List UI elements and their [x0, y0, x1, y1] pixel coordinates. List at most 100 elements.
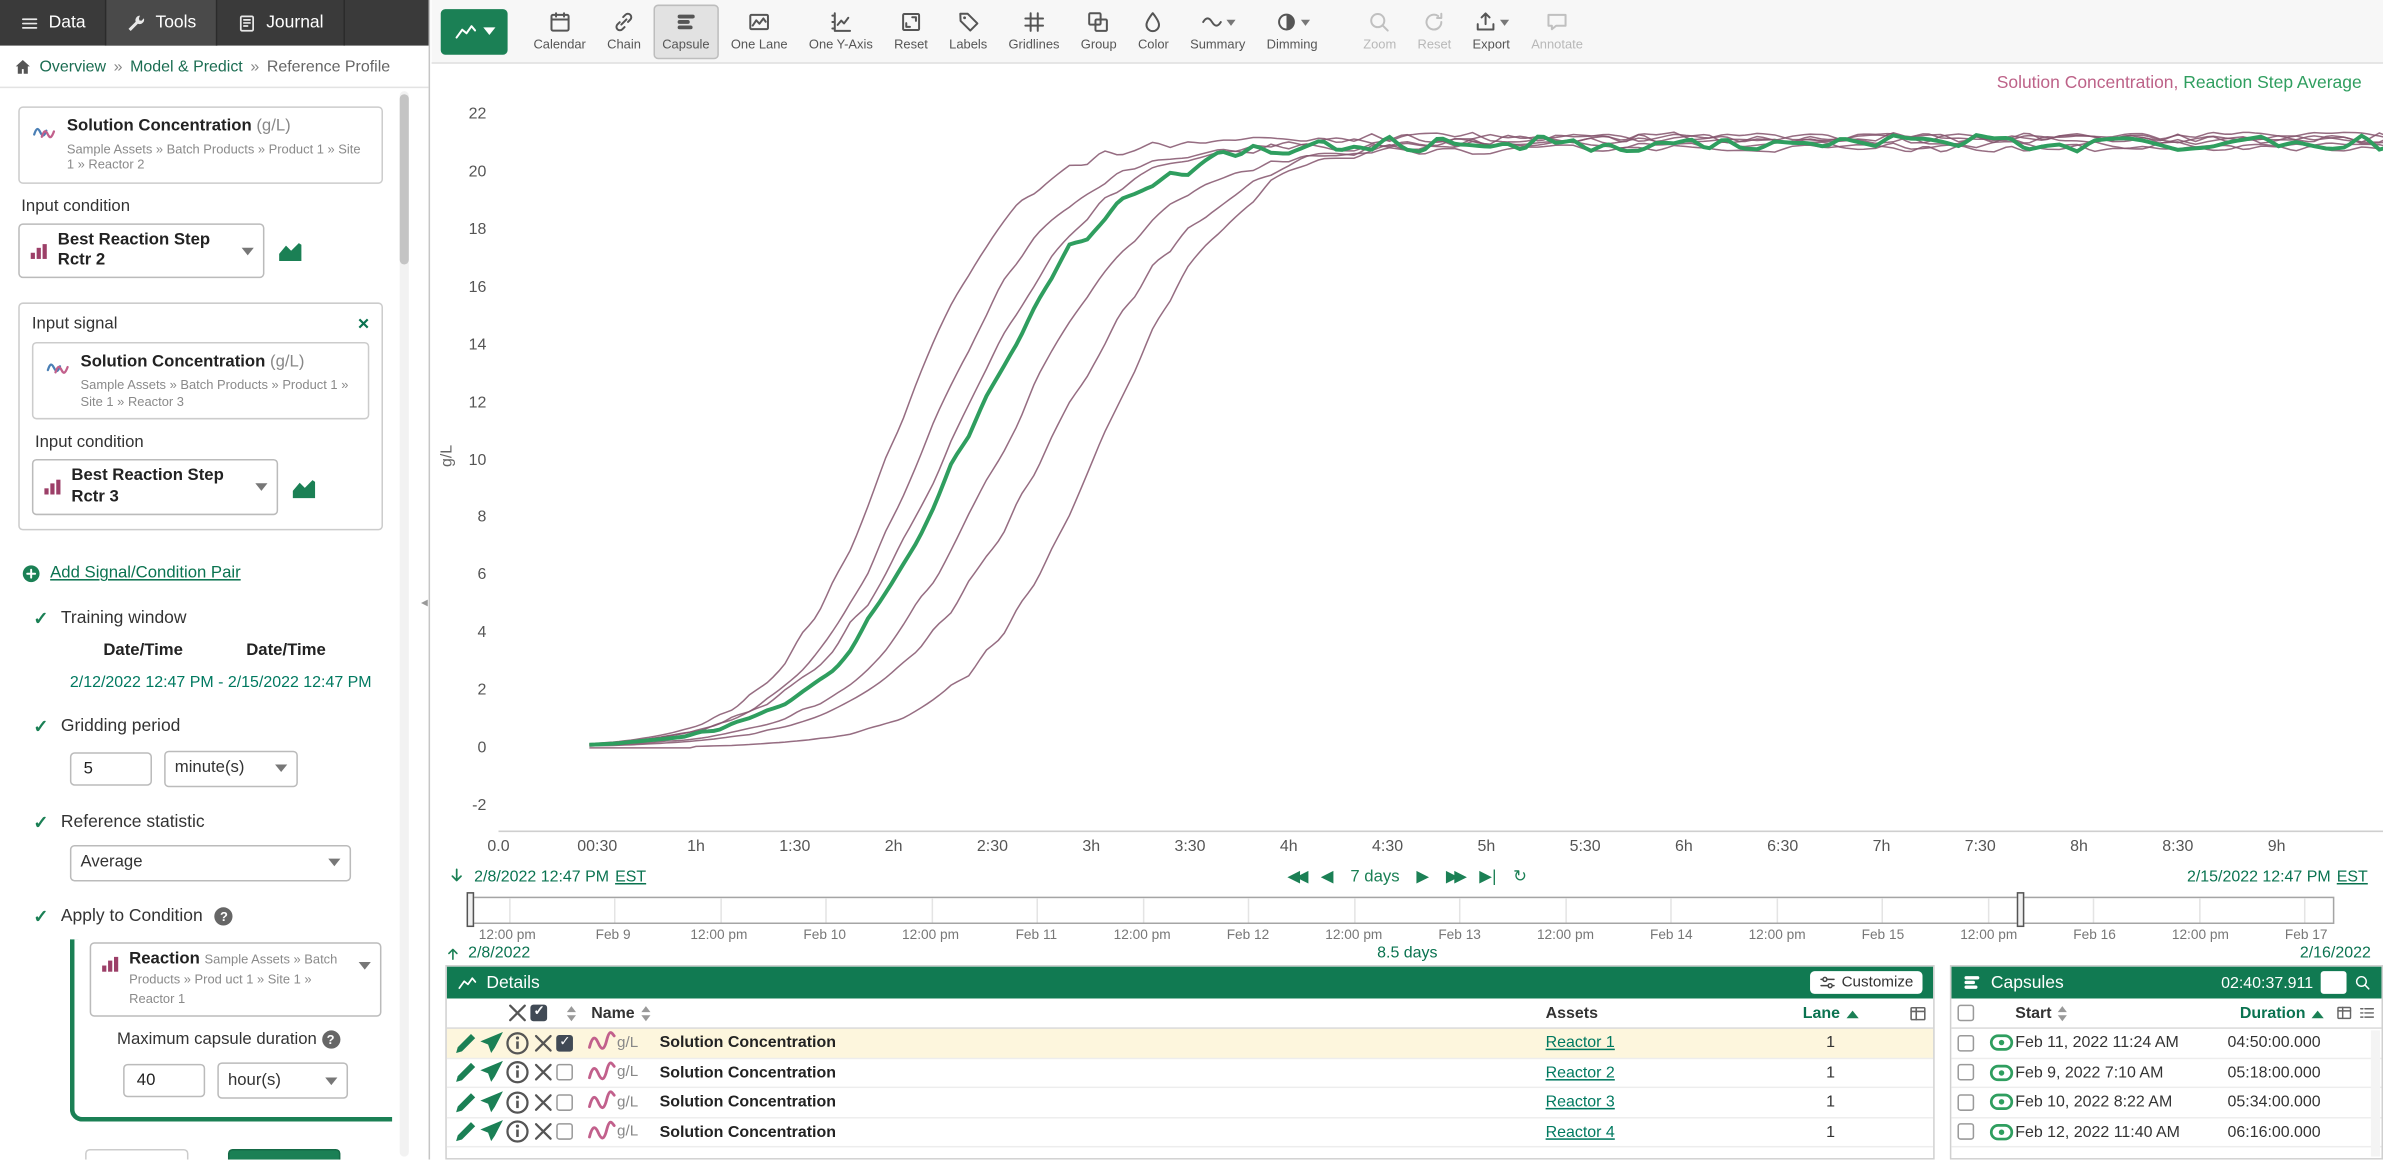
asset-link[interactable]: Reactor 2 [1546, 1063, 1615, 1081]
search-capsules-button[interactable] [2354, 974, 2371, 991]
table-columns-icon[interactable] [2336, 1005, 2353, 1022]
row-checkbox[interactable] [1957, 1035, 1974, 1052]
series-solution-concentration-capsule-5[interactable] [589, 133, 2383, 746]
edit-icon[interactable] [453, 1089, 479, 1115]
legend-item[interactable]: Solution Concentration, [1997, 74, 2184, 92]
step-backward-button[interactable]: ◀ [1321, 866, 1334, 886]
row-checkbox[interactable] [556, 1094, 573, 1111]
timeline-handle-start[interactable] [467, 892, 475, 927]
gridlines-button[interactable]: Gridlines [999, 4, 1068, 59]
input-signal-display[interactable]: Solution Concentration (g/L) Sample Asse… [18, 106, 383, 184]
tab-journal[interactable]: Journal [218, 0, 345, 46]
add-signal-condition-pair-link[interactable]: Add Signal/Condition Pair [50, 564, 241, 582]
series-solution-concentration-capsule-4[interactable] [589, 144, 2383, 745]
select-all-checkbox[interactable] [1957, 1005, 1974, 1022]
max-duration-unit-select[interactable]: hour(s) [217, 1063, 348, 1099]
customize-button[interactable]: Customize [1810, 971, 1923, 994]
area-chart-icon[interactable] [290, 475, 317, 499]
capsule-button[interactable]: Capsule [653, 4, 719, 59]
capsule-row[interactable]: Feb 12, 2022 11:40 AM06:16:00.000 [1951, 1118, 2381, 1148]
breadcrumb-item-overview[interactable]: Overview [40, 57, 107, 75]
row-checkbox[interactable] [556, 1123, 573, 1140]
capsules-scrollbar[interactable] [2371, 1030, 2380, 1156]
series-solution-concentration-capsule-1[interactable] [589, 134, 2383, 744]
trend-plot[interactable] [498, 64, 2383, 859]
help-icon[interactable]: ? [321, 1031, 339, 1049]
edit-icon[interactable] [453, 1030, 479, 1056]
edit-icon[interactable] [453, 1119, 479, 1145]
details-row[interactable]: g/LSolution ConcentrationReactor 11 [447, 1029, 1933, 1059]
asset-link[interactable]: Reactor 4 [1546, 1123, 1615, 1141]
timeline-bar[interactable] [468, 897, 2334, 924]
breadcrumb-item-model-predict[interactable]: Model & Predict [130, 57, 243, 75]
zoom-to-capsule-button[interactable] [2321, 971, 2347, 994]
row-checkbox[interactable] [1957, 1123, 1974, 1140]
timezone-link[interactable]: EST [615, 867, 646, 885]
dimming-button[interactable]: Dimming [1258, 4, 1327, 59]
info-icon[interactable] [505, 1030, 531, 1056]
trend-chart-area[interactable]: Solution Concentration, Reaction Step Av… [432, 64, 2383, 859]
calendar-button[interactable]: Calendar [524, 4, 595, 59]
gridding-value-input[interactable] [70, 752, 152, 785]
sort-icon[interactable] [567, 1005, 576, 1020]
asset-link[interactable]: Reactor 1 [1546, 1034, 1615, 1052]
info-icon[interactable] [505, 1089, 531, 1115]
apply-condition-select[interactable]: Reaction Sample Assets » Batch Products … [90, 942, 382, 1017]
execute-button[interactable]: Execute [228, 1149, 340, 1159]
fast-backward-button[interactable]: ◀◀ [1287, 866, 1304, 886]
assets-column-header[interactable]: Assets [1546, 1004, 1774, 1022]
chain-button[interactable]: Chain [598, 4, 650, 59]
legend-item[interactable]: Reaction Step Average [2183, 74, 2361, 92]
collapse-sidebar-handle[interactable]: ◂ [421, 587, 439, 617]
remove-pair-icon[interactable]: × [358, 317, 370, 332]
input-signal-display[interactable]: Solution Concentration (g/L) Sample Asse… [32, 343, 369, 421]
sort-icon[interactable] [641, 1005, 650, 1020]
details-row[interactable]: g/LSolution ConcentrationReactor 21 [447, 1059, 1933, 1089]
help-icon[interactable]: ? [215, 907, 233, 925]
timeline-handle-end[interactable] [2017, 892, 2025, 927]
gridding-unit-select[interactable]: minute(s) [164, 750, 298, 786]
remove-all-icon[interactable] [505, 1000, 531, 1026]
area-chart-icon[interactable] [277, 239, 304, 263]
forward-icon[interactable] [479, 1089, 505, 1115]
timezone-link[interactable]: EST [2337, 867, 2368, 885]
capsule-row[interactable]: Feb 9, 2022 7:10 AM05:18:00.000 [1951, 1059, 2381, 1089]
edit-icon[interactable] [453, 1060, 479, 1086]
series-solution-concentration-capsule-2[interactable] [589, 141, 2383, 744]
forward-icon[interactable] [479, 1119, 505, 1145]
lane-column-header[interactable]: Lane [1774, 1004, 1888, 1022]
sort-icon[interactable] [2058, 1005, 2067, 1020]
chart-type-button[interactable] [441, 8, 508, 54]
remove-icon[interactable] [530, 1030, 556, 1056]
forward-icon[interactable] [479, 1030, 505, 1056]
details-row[interactable]: g/LSolution ConcentrationReactor 41 [447, 1118, 1933, 1148]
series-reaction-step-average[interactable] [589, 135, 2383, 745]
capsule-row[interactable]: Feb 11, 2022 11:24 AM04:50:00.000 [1951, 1029, 2381, 1059]
summary-button[interactable]: Summary [1181, 4, 1255, 59]
details-row[interactable]: g/LSolution ConcentrationReactor 31 [447, 1088, 1933, 1118]
tab-data[interactable]: Data [0, 0, 107, 46]
training-window-range[interactable]: 2/12/2022 12:47 PM - 2/15/2022 12:47 PM [70, 673, 383, 691]
series-solution-concentration-capsule-6[interactable] [589, 136, 2383, 748]
export-button[interactable]: Export [1463, 4, 1519, 59]
reset-axes-button[interactable]: Reset [885, 4, 937, 59]
name-column-header[interactable]: Name [591, 1004, 634, 1022]
investigate-range-icon[interactable] [447, 866, 467, 886]
duration-column-header[interactable]: Duration [2240, 1004, 2324, 1022]
remove-icon[interactable] [530, 1089, 556, 1115]
sidebar-scrollbar[interactable] [400, 91, 409, 1156]
table-columns-icon[interactable] [1909, 1004, 1927, 1022]
remove-icon[interactable] [530, 1060, 556, 1086]
row-checkbox[interactable] [1957, 1094, 1974, 1111]
row-checkbox[interactable] [1957, 1064, 1974, 1081]
home-icon[interactable] [14, 57, 32, 75]
reference-statistic-select[interactable]: Average [70, 845, 351, 881]
refresh-button[interactable]: ↻ [1513, 866, 1527, 886]
fast-forward-button[interactable]: ▶▶ [1446, 866, 1463, 886]
select-all-checkbox[interactable] [530, 1005, 547, 1022]
start-column-header[interactable]: Start [2015, 1004, 2051, 1022]
group-button[interactable]: Group [1072, 4, 1126, 59]
input-condition-select[interactable]: Best Reaction Step Rctr 2 [18, 223, 264, 278]
remove-icon[interactable] [530, 1119, 556, 1145]
asset-link[interactable]: Reactor 3 [1546, 1093, 1615, 1111]
